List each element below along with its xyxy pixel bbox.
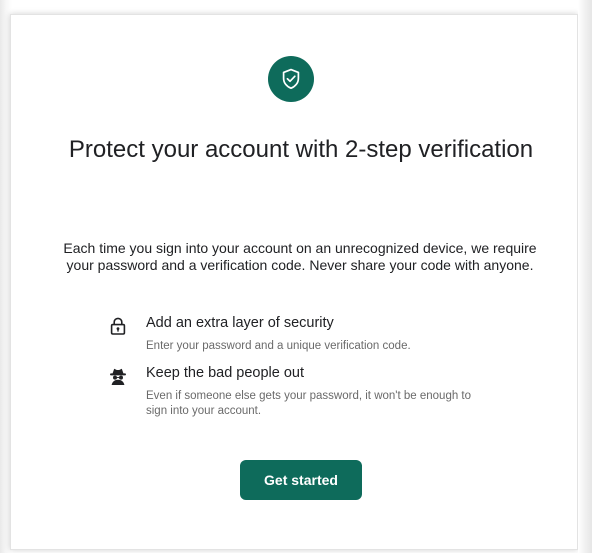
spy-icon bbox=[110, 368, 126, 385]
feature-subtitle: Even if someone else gets your password,… bbox=[146, 390, 472, 417]
lock-icon bbox=[110, 317, 126, 335]
get-started-button[interactable]: Get started bbox=[240, 460, 362, 500]
feature-title: Keep the bad people out bbox=[146, 365, 305, 381]
shield-badge bbox=[268, 56, 314, 102]
page-title: Protect your account with 2-step verific… bbox=[68, 136, 534, 163]
shield-check-icon bbox=[282, 68, 300, 90]
window-edge bbox=[578, 0, 592, 553]
feature-title: Add an extra layer of security bbox=[146, 315, 334, 331]
feature-subtitle: Enter your password and a unique verific… bbox=[146, 340, 411, 352]
description-text: Each time you sign into your account on … bbox=[63, 240, 537, 273]
